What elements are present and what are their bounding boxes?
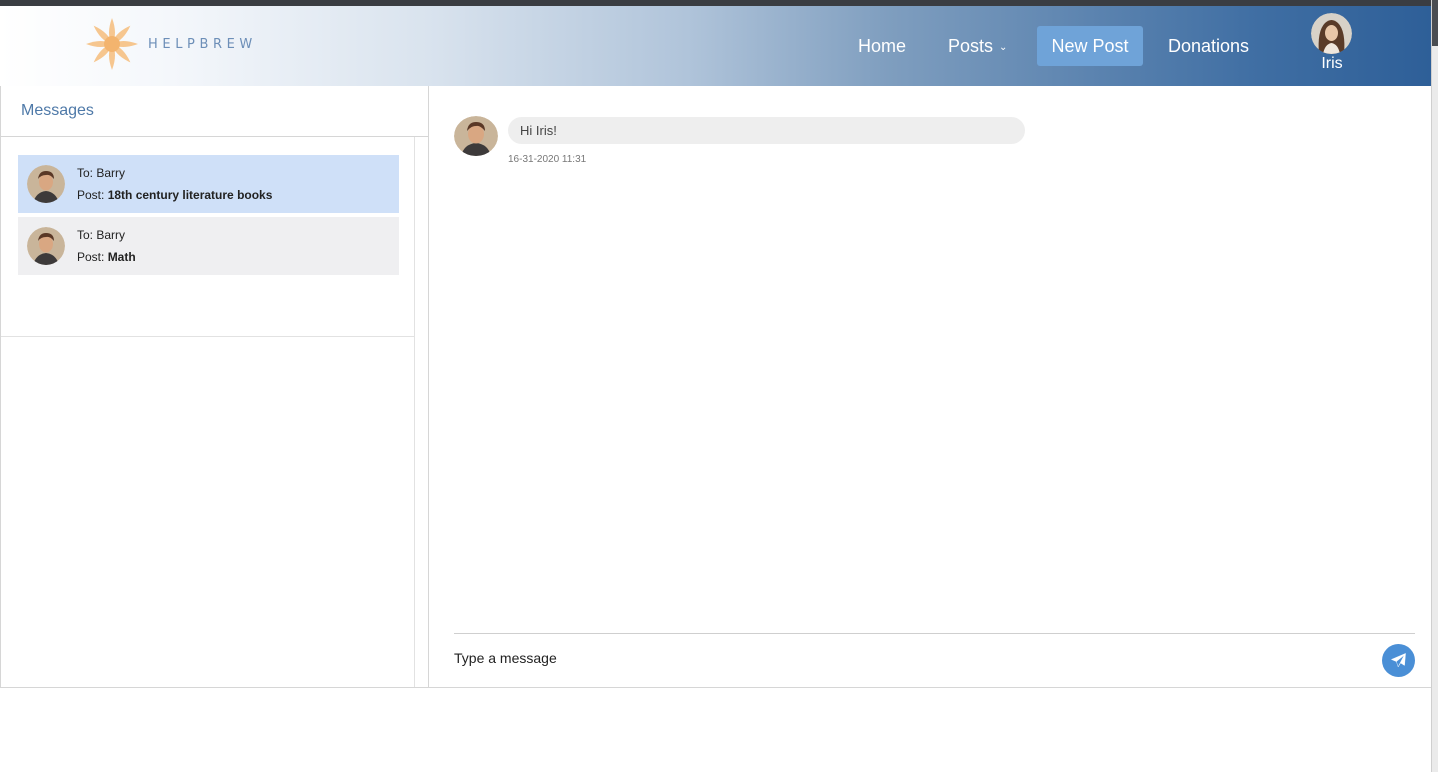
conversation-post-prefix: Post: [77,250,108,264]
app-header: HELPBREW Home Posts ⌄ New Post Donations … [0,6,1431,86]
send-button[interactable] [1382,644,1415,677]
conversation-post-prefix: Post: [77,188,108,202]
conversation-post: Post: 18th century literature books [77,188,272,202]
paper-plane-icon [1391,653,1406,668]
contact-avatar [27,227,65,265]
list-divider [1,336,415,337]
conversation-post: Post: Math [77,250,136,264]
input-divider [454,633,1415,634]
message-input[interactable] [454,646,1354,670]
user-name: Iris [1321,55,1343,72]
nav-posts-label: Posts [948,36,994,56]
conversation-recipient: To: Barry [77,228,126,242]
conversation-item[interactable]: To: Barry Post: 18th century literature … [18,155,399,213]
nav-donations[interactable]: Donations [1168,26,1249,66]
window-edge [1431,0,1438,772]
chat-panel: Hi Iris! 16-31-2020 11:31 [429,86,1431,688]
nav-posts[interactable]: Posts ⌄ [948,26,1007,66]
conversation-item[interactable]: To: Barry Post: Math [18,217,399,275]
nav-new-post[interactable]: New Post [1037,26,1143,66]
conversation-recipient: To: Barry [77,166,126,180]
message-timestamp: 16-31-2020 11:31 [508,154,587,165]
conversation-list: To: Barry Post: 18th century literature … [1,137,415,687]
conversation-post-title: Math [107,250,136,264]
contact-avatar [27,165,65,203]
window-edge-dark [1432,0,1438,46]
user-avatar [1311,13,1352,54]
user-menu[interactable]: Iris [1311,13,1353,73]
sender-avatar [454,116,498,156]
sidebar-title: Messages [1,86,428,137]
main-nav: Home Posts ⌄ New Post Donations [0,26,1431,66]
conversation-post-title: 18th century literature books [107,188,273,202]
nav-home[interactable]: Home [858,26,906,66]
chevron-down-icon: ⌄ [999,42,1008,53]
messages-sidebar: Messages To: Barry Post: 18th century li… [0,86,429,688]
message-bubble: Hi Iris! [508,117,1025,144]
